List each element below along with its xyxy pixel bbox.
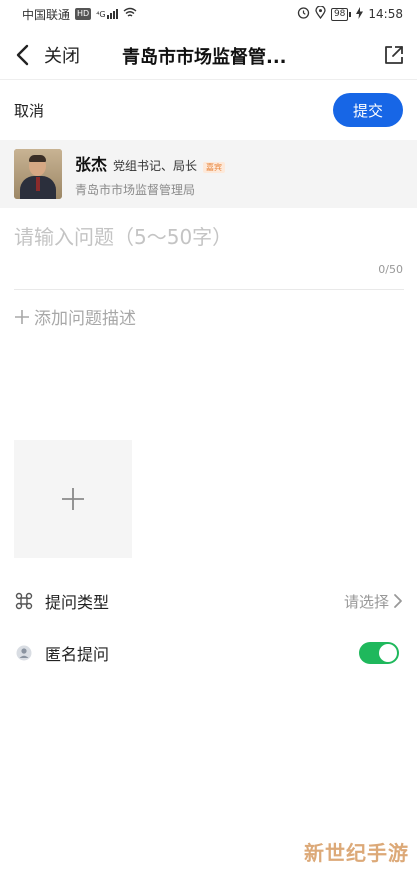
share-icon xyxy=(385,46,403,64)
location-icon xyxy=(315,5,326,22)
add-description-button[interactable]: 添加问题描述 xyxy=(14,304,136,329)
official-info: 张杰 党组书记、局长 嘉宾 青岛市市场监督管理局 xyxy=(75,151,226,198)
char-counter: 0/50 xyxy=(378,263,403,276)
question-type-label: 提问类型 xyxy=(45,593,110,612)
share-button[interactable] xyxy=(383,44,405,66)
anonymous-label: 匿名提问 xyxy=(45,645,110,664)
official-position: 党组书记、局长 xyxy=(113,158,198,173)
official-name: 张杰 xyxy=(75,154,108,174)
nav-bar: 关闭 青岛市市场监督管... xyxy=(0,30,417,80)
toggle-knob xyxy=(379,644,397,662)
page-title: 青岛市市场监督管... xyxy=(122,47,287,68)
signal-icon: ⁴G xyxy=(96,9,118,19)
hd-badge: HD xyxy=(75,8,92,20)
divider xyxy=(14,289,404,290)
question-title-input[interactable] xyxy=(14,222,404,252)
plus-icon xyxy=(15,309,29,324)
action-row: 取消 提交 xyxy=(0,82,417,138)
charging-icon xyxy=(356,6,364,22)
guest-badge: 嘉宾 xyxy=(203,161,226,173)
official-card: 张杰 党组书记、局长 嘉宾 青岛市市场监督管理局 xyxy=(0,140,417,208)
chevron-right-icon xyxy=(394,594,402,608)
question-type-value: 请选择 xyxy=(343,592,389,611)
anonymous-toggle[interactable] xyxy=(359,642,399,664)
submit-button[interactable]: 提交 xyxy=(333,93,403,127)
battery-icon: 98 xyxy=(330,7,352,21)
alarm-icon xyxy=(297,6,310,22)
clock-time: 14:58 xyxy=(368,7,403,21)
anonymous-row: 匿名提问 xyxy=(0,628,417,678)
question-type-row[interactable]: 提问类型 请选择 xyxy=(0,576,417,626)
cancel-button[interactable]: 取消 xyxy=(14,100,44,121)
add-image-button[interactable] xyxy=(14,440,132,558)
watermark: 新世纪手游 xyxy=(304,841,409,865)
wifi-icon xyxy=(123,7,137,21)
status-bar: 中国联通 HD ⁴G 98 14:58 xyxy=(0,0,417,28)
command-icon xyxy=(14,591,34,611)
status-left: 中国联通 HD ⁴G xyxy=(22,6,137,23)
avatar xyxy=(14,149,62,199)
official-organization: 青岛市市场监督管理局 xyxy=(75,182,196,197)
status-right: 98 14:58 xyxy=(297,5,403,22)
network-type: ⁴G xyxy=(96,10,106,19)
close-button[interactable]: 关闭 xyxy=(44,42,104,68)
add-description-label: 添加问题描述 xyxy=(34,309,136,329)
back-button[interactable] xyxy=(2,30,42,80)
battery-level: 98 xyxy=(330,7,349,21)
user-icon xyxy=(14,643,34,663)
plus-icon xyxy=(62,488,84,510)
chevron-left-icon xyxy=(16,44,29,65)
carrier-name: 中国联通 xyxy=(22,7,71,22)
